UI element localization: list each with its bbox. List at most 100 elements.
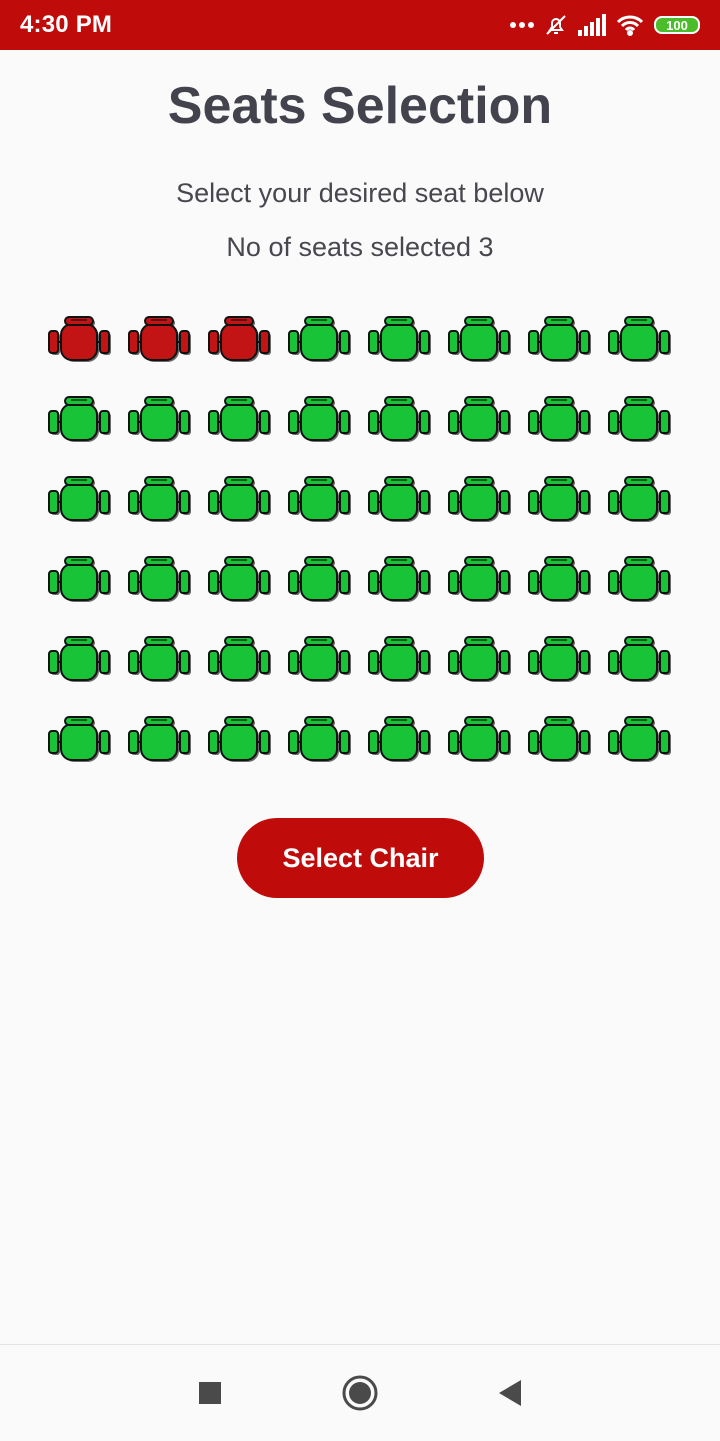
- signal-icon: [578, 14, 606, 36]
- chair-icon: [48, 716, 111, 762]
- seat-available[interactable]: [520, 700, 600, 780]
- chair-icon: [288, 636, 351, 682]
- seat-available[interactable]: [200, 540, 280, 620]
- seat-available[interactable]: [120, 620, 200, 700]
- seat-selected[interactable]: [40, 300, 120, 380]
- chair-icon: [128, 476, 191, 522]
- chair-icon: [368, 716, 431, 762]
- chair-icon: [528, 636, 591, 682]
- chair-icon: [208, 636, 271, 682]
- back-triangle-icon[interactable]: [490, 1345, 530, 1441]
- seat-available[interactable]: [600, 540, 680, 620]
- chair-icon: [128, 556, 191, 602]
- chair-icon: [448, 476, 511, 522]
- seat-available[interactable]: [120, 540, 200, 620]
- chair-icon: [608, 636, 671, 682]
- seat-available[interactable]: [280, 380, 360, 460]
- chair-icon: [528, 316, 591, 362]
- chair-icon: [288, 476, 351, 522]
- status-icons: 100: [510, 13, 700, 37]
- chair-icon: [368, 396, 431, 442]
- chair-icon: [288, 716, 351, 762]
- seat-available[interactable]: [40, 540, 120, 620]
- seat-available[interactable]: [280, 700, 360, 780]
- chair-icon: [448, 716, 511, 762]
- seat-selected[interactable]: [120, 300, 200, 380]
- chair-icon: [528, 716, 591, 762]
- chair-icon: [48, 636, 111, 682]
- chair-icon: [288, 396, 351, 442]
- chair-icon: [48, 396, 111, 442]
- home-circle-icon[interactable]: [340, 1345, 380, 1441]
- seat-available[interactable]: [280, 300, 360, 380]
- chair-icon: [448, 396, 511, 442]
- bell-off-icon: [544, 13, 568, 37]
- chair-icon: [368, 636, 431, 682]
- seat-available[interactable]: [280, 620, 360, 700]
- status-bar: 4:30 PM 100: [0, 0, 720, 50]
- seat-available[interactable]: [440, 700, 520, 780]
- seat-available[interactable]: [40, 460, 120, 540]
- more-dots-icon: [510, 21, 534, 29]
- seat-selected[interactable]: [200, 300, 280, 380]
- seat-available[interactable]: [600, 620, 680, 700]
- seat-available[interactable]: [280, 540, 360, 620]
- seat-available[interactable]: [120, 700, 200, 780]
- seat-available[interactable]: [360, 700, 440, 780]
- recents-square-icon[interactable]: [190, 1345, 230, 1441]
- seat-available[interactable]: [200, 460, 280, 540]
- battery-icon: 100: [654, 16, 700, 34]
- seat-available[interactable]: [520, 540, 600, 620]
- seats-selected-count: No of seats selected 3: [226, 232, 494, 262]
- chair-icon: [48, 556, 111, 602]
- seat-available[interactable]: [360, 620, 440, 700]
- seat-available[interactable]: [360, 380, 440, 460]
- seat-available[interactable]: [440, 540, 520, 620]
- seat-grid: [40, 300, 680, 780]
- page-title: Seats Selection: [167, 77, 553, 135]
- seat-available[interactable]: [200, 380, 280, 460]
- seat-available[interactable]: [360, 540, 440, 620]
- chair-icon: [208, 716, 271, 762]
- seat-available[interactable]: [600, 460, 680, 540]
- chair-icon: [128, 716, 191, 762]
- seat-available[interactable]: [600, 700, 680, 780]
- seat-available[interactable]: [440, 300, 520, 380]
- seat-available[interactable]: [200, 700, 280, 780]
- seat-available[interactable]: [520, 380, 600, 460]
- chair-icon: [528, 556, 591, 602]
- chair-icon: [128, 636, 191, 682]
- seat-available[interactable]: [120, 380, 200, 460]
- seat-available[interactable]: [360, 300, 440, 380]
- select-chair-button[interactable]: Select Chair: [237, 818, 484, 898]
- seat-available[interactable]: [600, 380, 680, 460]
- seat-available[interactable]: [280, 460, 360, 540]
- seat-available[interactable]: [440, 380, 520, 460]
- page-subtitle: Select your desired seat below: [176, 178, 544, 208]
- seat-available[interactable]: [40, 380, 120, 460]
- chair-icon: [208, 316, 271, 362]
- chair-icon: [368, 476, 431, 522]
- chair-icon: [608, 476, 671, 522]
- seat-available[interactable]: [520, 460, 600, 540]
- chair-icon: [288, 316, 351, 362]
- chair-icon: [48, 316, 111, 362]
- seat-available[interactable]: [40, 700, 120, 780]
- seat-available[interactable]: [200, 620, 280, 700]
- seat-available[interactable]: [520, 620, 600, 700]
- seat-available[interactable]: [120, 460, 200, 540]
- seat-available[interactable]: [40, 620, 120, 700]
- seat-available[interactable]: [600, 300, 680, 380]
- chair-icon: [448, 556, 511, 602]
- chair-icon: [368, 316, 431, 362]
- chair-icon: [288, 556, 351, 602]
- chair-icon: [528, 396, 591, 442]
- chair-icon: [528, 476, 591, 522]
- seat-available[interactable]: [440, 620, 520, 700]
- seat-available[interactable]: [440, 460, 520, 540]
- chair-icon: [368, 556, 431, 602]
- seat-available[interactable]: [360, 460, 440, 540]
- chair-icon: [208, 476, 271, 522]
- chair-icon: [608, 716, 671, 762]
- seat-available[interactable]: [520, 300, 600, 380]
